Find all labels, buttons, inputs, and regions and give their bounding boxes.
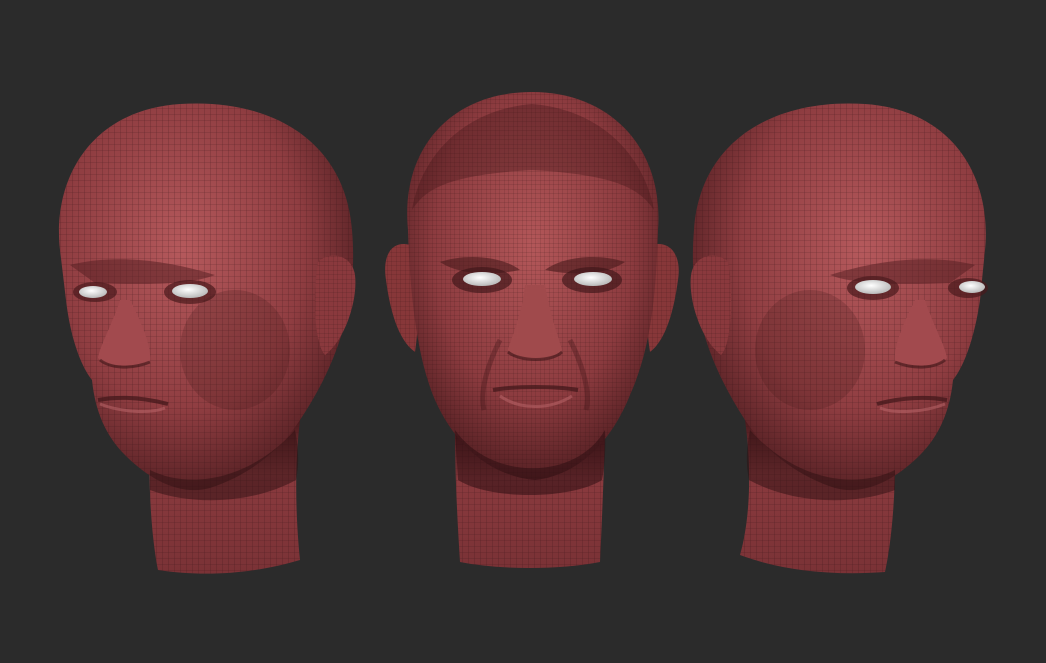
- right-view-far-eye-icon: [959, 281, 985, 293]
- head-three-quarter-left: [58, 103, 356, 574]
- right-view-near-eye-icon: [855, 280, 891, 294]
- head-front: [385, 92, 679, 568]
- viewport: [0, 0, 1046, 663]
- right-eye-icon: [172, 284, 208, 298]
- head-three-quarter-right: [690, 103, 988, 574]
- front-right-eye-icon: [574, 272, 612, 286]
- front-left-eye-icon: [463, 272, 501, 286]
- render-canvas: [58, 92, 988, 574]
- left-eye-icon: [79, 286, 107, 298]
